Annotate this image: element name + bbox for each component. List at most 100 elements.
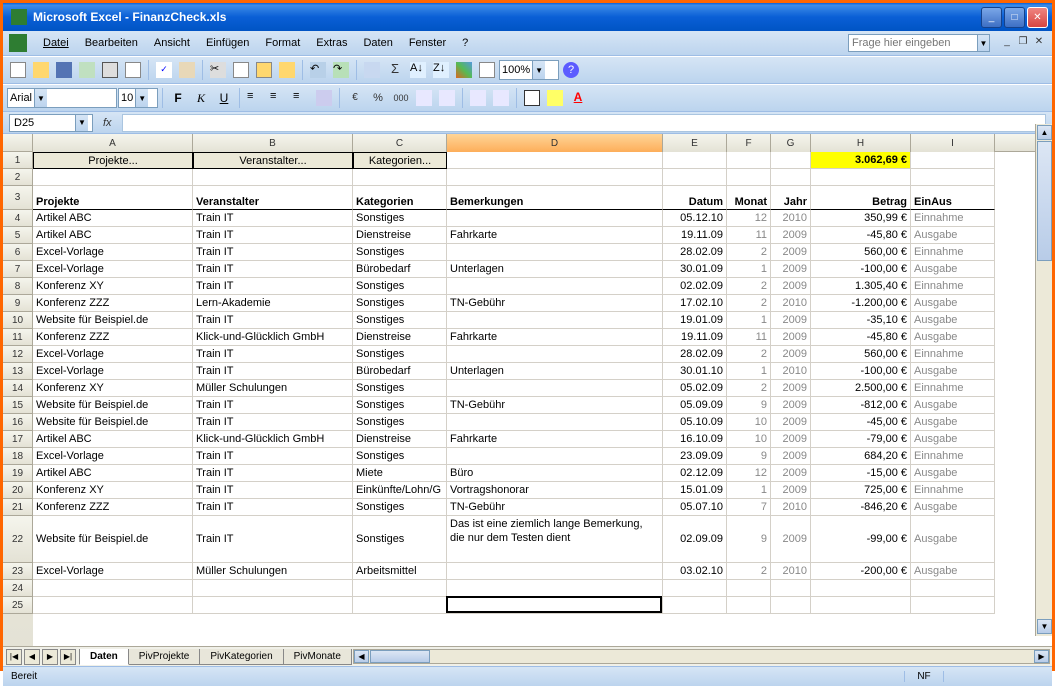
research-button[interactable] xyxy=(176,59,198,81)
cell-D5[interactable]: Fahrkarte xyxy=(447,227,663,244)
cell-B18[interactable]: Train IT xyxy=(193,448,353,465)
cell-I25[interactable] xyxy=(911,597,995,614)
cell-H18[interactable]: 684,20 € xyxy=(811,448,911,465)
column-header-B[interactable]: B xyxy=(193,134,353,152)
cell-E22[interactable]: 02.09.09 xyxy=(663,516,727,563)
spellcheck-button[interactable]: ✓ xyxy=(153,59,175,81)
cell-B8[interactable]: Train IT xyxy=(193,278,353,295)
cell-B14[interactable]: Müller Schulungen xyxy=(193,380,353,397)
cell-H11[interactable]: -45,80 € xyxy=(811,329,911,346)
copy-button[interactable] xyxy=(230,59,252,81)
row-header-17[interactable]: 17 xyxy=(3,431,33,448)
increase-indent-button[interactable] xyxy=(490,87,512,109)
cell-E4[interactable]: 05.12.10 xyxy=(663,210,727,227)
cell-I16[interactable]: Ausgabe xyxy=(911,414,995,431)
cell-F8[interactable]: 2 xyxy=(727,278,771,295)
redo-button[interactable]: ↷ xyxy=(330,59,352,81)
cell-G13[interactable]: 2010 xyxy=(771,363,811,380)
cell-B5[interactable]: Train IT xyxy=(193,227,353,244)
menu-help[interactable]: ? xyxy=(454,34,476,52)
menu-extras[interactable]: Extras xyxy=(308,34,355,52)
cell-I23[interactable]: Ausgabe xyxy=(911,563,995,580)
cell-D14[interactable] xyxy=(447,380,663,397)
cell-E12[interactable]: 28.02.09 xyxy=(663,346,727,363)
minimize-button[interactable]: _ xyxy=(981,7,1002,28)
sheet-tab-pivprojekte[interactable]: PivProjekte xyxy=(128,649,201,665)
font-color-button[interactable]: A xyxy=(567,87,589,109)
cell-C8[interactable]: Sonstiges xyxy=(353,278,447,295)
formula-input[interactable] xyxy=(122,114,1046,132)
cell-I5[interactable]: Ausgabe xyxy=(911,227,995,244)
cell-E5[interactable]: 19.11.09 xyxy=(663,227,727,244)
cell-H21[interactable]: -846,20 € xyxy=(811,499,911,516)
cell-B9[interactable]: Lern-Akademie xyxy=(193,295,353,312)
cell-F23[interactable]: 2 xyxy=(727,563,771,580)
cell-D10[interactable] xyxy=(447,312,663,329)
cell-A11[interactable]: Konferenz ZZZ xyxy=(33,329,193,346)
cell-A15[interactable]: Website für Beispiel.de xyxy=(33,397,193,414)
font-combo[interactable]: Arial▼ xyxy=(7,88,117,108)
scroll-thumb[interactable] xyxy=(1037,141,1052,261)
cell-C21[interactable]: Sonstiges xyxy=(353,499,447,516)
cell-H24[interactable] xyxy=(811,580,911,597)
cell-G5[interactable]: 2009 xyxy=(771,227,811,244)
cell-D23[interactable] xyxy=(447,563,663,580)
cell-F7[interactable]: 1 xyxy=(727,261,771,278)
cell-D24[interactable] xyxy=(447,580,663,597)
app-menu-icon[interactable] xyxy=(9,34,27,52)
cell-B6[interactable]: Train IT xyxy=(193,244,353,261)
row-header-2[interactable]: 2 xyxy=(3,169,33,186)
projekte-button[interactable]: Projekte... xyxy=(33,152,193,169)
cell-G14[interactable]: 2009 xyxy=(771,380,811,397)
cell-D13[interactable]: Unterlagen xyxy=(447,363,663,380)
cell-A18[interactable]: Excel-Vorlage xyxy=(33,448,193,465)
decrease-decimal-button[interactable] xyxy=(436,87,458,109)
bold-button[interactable]: F xyxy=(167,87,189,109)
hscroll-left-button[interactable]: ◀ xyxy=(354,650,369,663)
cell-E13[interactable]: 30.01.10 xyxy=(663,363,727,380)
comma-button[interactable]: 000 xyxy=(390,87,412,109)
cell-E21[interactable]: 05.07.10 xyxy=(663,499,727,516)
cell-H8[interactable]: 1.305,40 € xyxy=(811,278,911,295)
cell-I11[interactable]: Ausgabe xyxy=(911,329,995,346)
cell-H6[interactable]: 560,00 € xyxy=(811,244,911,261)
cell-B20[interactable]: Train IT xyxy=(193,482,353,499)
cell-H22[interactable]: -99,00 € xyxy=(811,516,911,563)
cell-F22[interactable]: 9 xyxy=(727,516,771,563)
cell-H14[interactable]: 2.500,00 € xyxy=(811,380,911,397)
drawing-button[interactable] xyxy=(476,59,498,81)
cell-I21[interactable]: Ausgabe xyxy=(911,499,995,516)
cell-F12[interactable]: 2 xyxy=(727,346,771,363)
cell-G15[interactable]: 2009 xyxy=(771,397,811,414)
cell-H4[interactable]: 350,99 € xyxy=(811,210,911,227)
column-header-E[interactable]: E xyxy=(663,134,727,152)
cell-E24[interactable] xyxy=(663,580,727,597)
hscroll-thumb[interactable] xyxy=(370,650,430,663)
cell-E1[interactable] xyxy=(663,152,727,169)
menu-ansicht[interactable]: Ansicht xyxy=(146,34,198,52)
cell-F2[interactable] xyxy=(727,169,771,186)
cell-C25[interactable] xyxy=(353,597,447,614)
sort-asc-button[interactable]: A↓ xyxy=(407,59,429,81)
row-header-5[interactable]: 5 xyxy=(3,227,33,244)
cell-C22[interactable]: Sonstiges xyxy=(353,516,447,563)
cell-F20[interactable]: 1 xyxy=(727,482,771,499)
cell-C19[interactable]: Miete xyxy=(353,465,447,482)
cell-E2[interactable] xyxy=(663,169,727,186)
help-button[interactable]: ? xyxy=(560,59,582,81)
cell-F10[interactable]: 1 xyxy=(727,312,771,329)
maximize-button[interactable]: □ xyxy=(1004,7,1025,28)
currency-button[interactable]: € xyxy=(344,87,366,109)
cell-B10[interactable]: Train IT xyxy=(193,312,353,329)
cell-A7[interactable]: Excel-Vorlage xyxy=(33,261,193,278)
name-box[interactable]: D25▼ xyxy=(9,114,93,132)
cell-A6[interactable]: Excel-Vorlage xyxy=(33,244,193,261)
cell-G6[interactable]: 2009 xyxy=(771,244,811,261)
cell-D12[interactable] xyxy=(447,346,663,363)
cell-B19[interactable]: Train IT xyxy=(193,465,353,482)
cell-F16[interactable]: 10 xyxy=(727,414,771,431)
column-header-H[interactable]: H xyxy=(811,134,911,152)
cell-I15[interactable]: Ausgabe xyxy=(911,397,995,414)
row-header-3[interactable]: 3 xyxy=(3,186,33,210)
cell-A20[interactable]: Konferenz XY xyxy=(33,482,193,499)
